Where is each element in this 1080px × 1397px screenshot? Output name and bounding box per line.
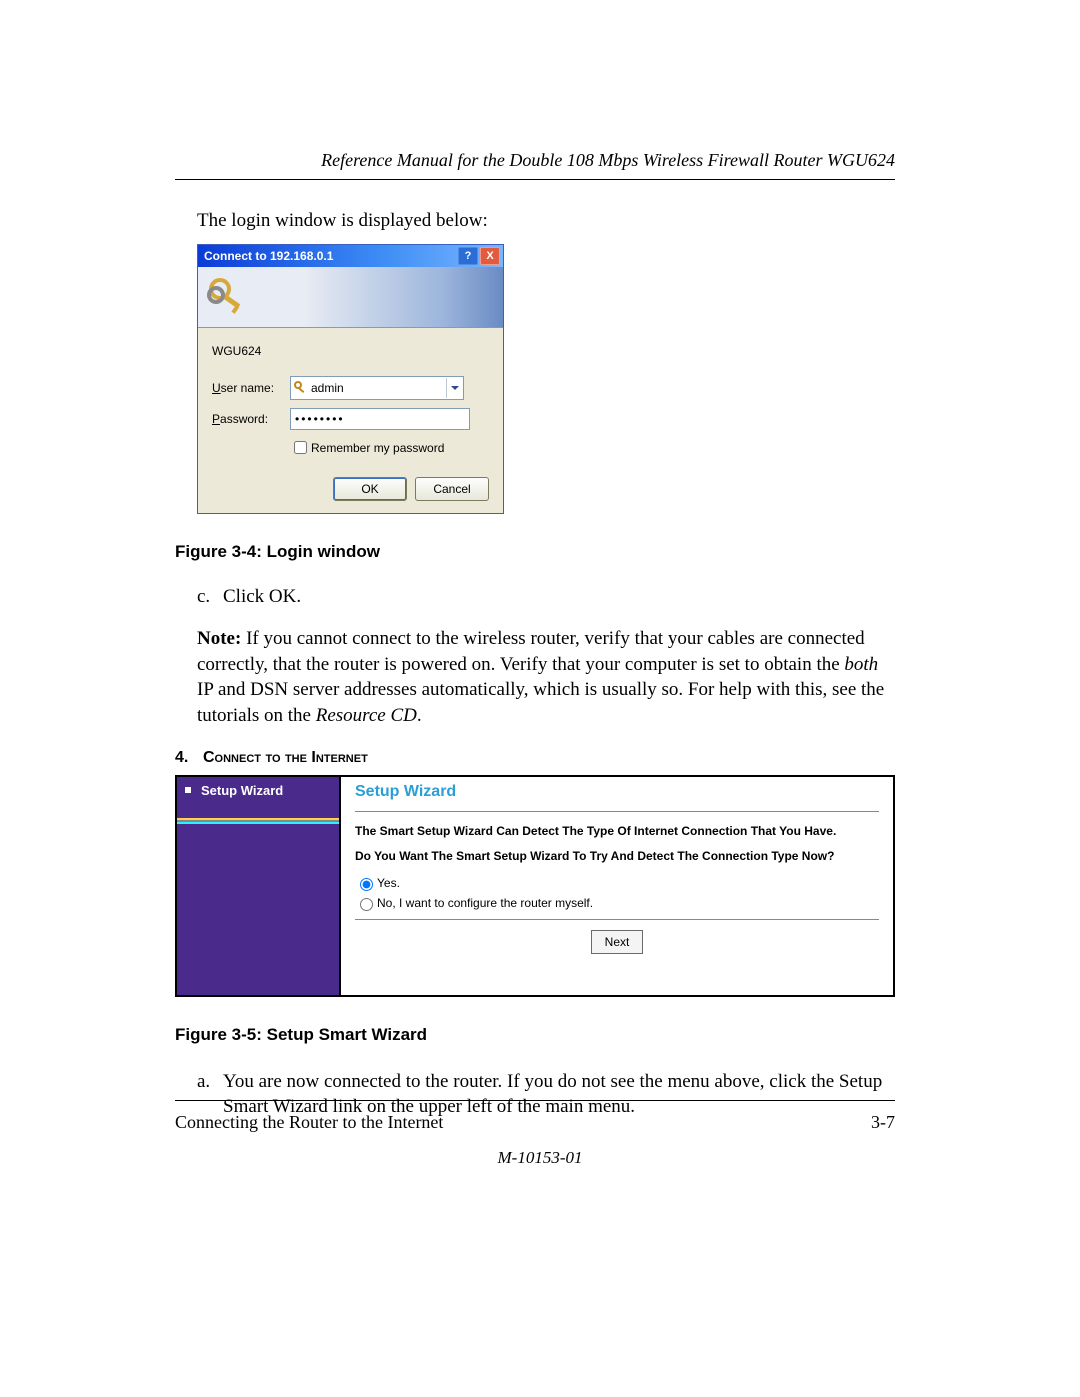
step-4-heading: 4.Connect to the Internet <box>175 749 895 767</box>
wizard-option-yes[interactable]: Yes. <box>355 875 879 891</box>
login-host: WGU624 <box>212 344 489 358</box>
page-content: Reference Manual for the Double 108 Mbps… <box>175 150 895 1120</box>
password-label: Password: <box>212 412 290 426</box>
wizard-rule <box>355 811 879 812</box>
wizard-title: Setup Wizard <box>355 783 879 801</box>
wizard-next-row: Next <box>355 919 879 954</box>
footer-page-number: 3-7 <box>871 1112 895 1133</box>
radio-no[interactable] <box>360 898 373 911</box>
step-c-text: Click OK. <box>223 586 301 608</box>
wizard-option-no[interactable]: No, I want to configure the router mysel… <box>355 895 879 911</box>
keys-icon <box>206 275 250 319</box>
intro-text: The login window is displayed below: <box>197 210 895 232</box>
wizard-main-panel: Setup Wizard The Smart Setup Wizard Can … <box>341 777 893 995</box>
step-c: c. Click OK. <box>197 586 895 608</box>
cancel-button[interactable]: Cancel <box>415 477 489 501</box>
radio-yes-label: Yes. <box>377 876 400 890</box>
figure-3-4-caption: Figure 3-4: Login window <box>175 542 895 562</box>
page-header: Reference Manual for the Double 108 Mbps… <box>175 150 895 180</box>
password-row: Password: •••••••• <box>212 408 489 430</box>
setup-wizard-screenshot: Setup Wizard Setup Wizard The Smart Setu… <box>175 775 895 997</box>
username-value: admin <box>309 381 446 395</box>
sidebar-item-setup-wizard[interactable]: Setup Wizard <box>177 781 339 800</box>
help-icon[interactable]: ? <box>458 247 478 265</box>
remember-row: Remember my password <box>290 438 489 457</box>
radio-yes[interactable] <box>360 878 373 891</box>
user-icon <box>291 380 309 397</box>
note-paragraph: Note: If you cannot connect to the wirel… <box>197 626 895 729</box>
login-dialog: Connect to 192.168.0.1 ? X WGU624 User n… <box>197 244 504 514</box>
footer-chapter: Connecting the Router to the Internet <box>175 1112 443 1133</box>
login-banner <box>198 267 503 328</box>
next-button[interactable]: Next <box>591 930 643 954</box>
ok-button[interactable]: OK <box>333 477 407 501</box>
chevron-down-icon[interactable] <box>446 378 463 398</box>
username-combo[interactable]: admin <box>290 376 464 400</box>
wizard-sidebar: Setup Wizard <box>177 777 341 995</box>
wizard-text-1: The Smart Setup Wizard Can Detect The Ty… <box>355 824 879 840</box>
login-titlebar: Connect to 192.168.0.1 ? X <box>198 245 503 267</box>
remember-checkbox[interactable] <box>294 441 307 454</box>
bullet-icon <box>185 787 191 793</box>
figure-3-5-caption: Figure 3-5: Setup Smart Wizard <box>175 1025 895 1045</box>
remember-label: Remember my password <box>311 441 444 455</box>
sidebar-item-label: Setup Wizard <box>201 783 283 798</box>
sidebar-separator <box>177 818 339 822</box>
wizard-text-2: Do You Want The Smart Setup Wizard To Tr… <box>355 849 879 865</box>
step-c-marker: c. <box>197 586 223 608</box>
username-label: User name: <box>212 381 290 395</box>
username-row: User name: admin <box>212 376 489 400</box>
login-title: Connect to 192.168.0.1 <box>204 249 333 263</box>
password-input[interactable]: •••••••• <box>290 408 470 430</box>
close-icon[interactable]: X <box>480 247 500 265</box>
doc-id: M-10153-01 <box>0 1148 1080 1168</box>
footer-row: Connecting the Router to the Internet 3-… <box>175 1112 895 1133</box>
login-buttons: OK Cancel <box>212 477 489 501</box>
footer-rule <box>175 1100 895 1101</box>
login-body: WGU624 User name: admin Pas <box>198 328 503 513</box>
radio-no-label: No, I want to configure the router mysel… <box>377 896 593 910</box>
